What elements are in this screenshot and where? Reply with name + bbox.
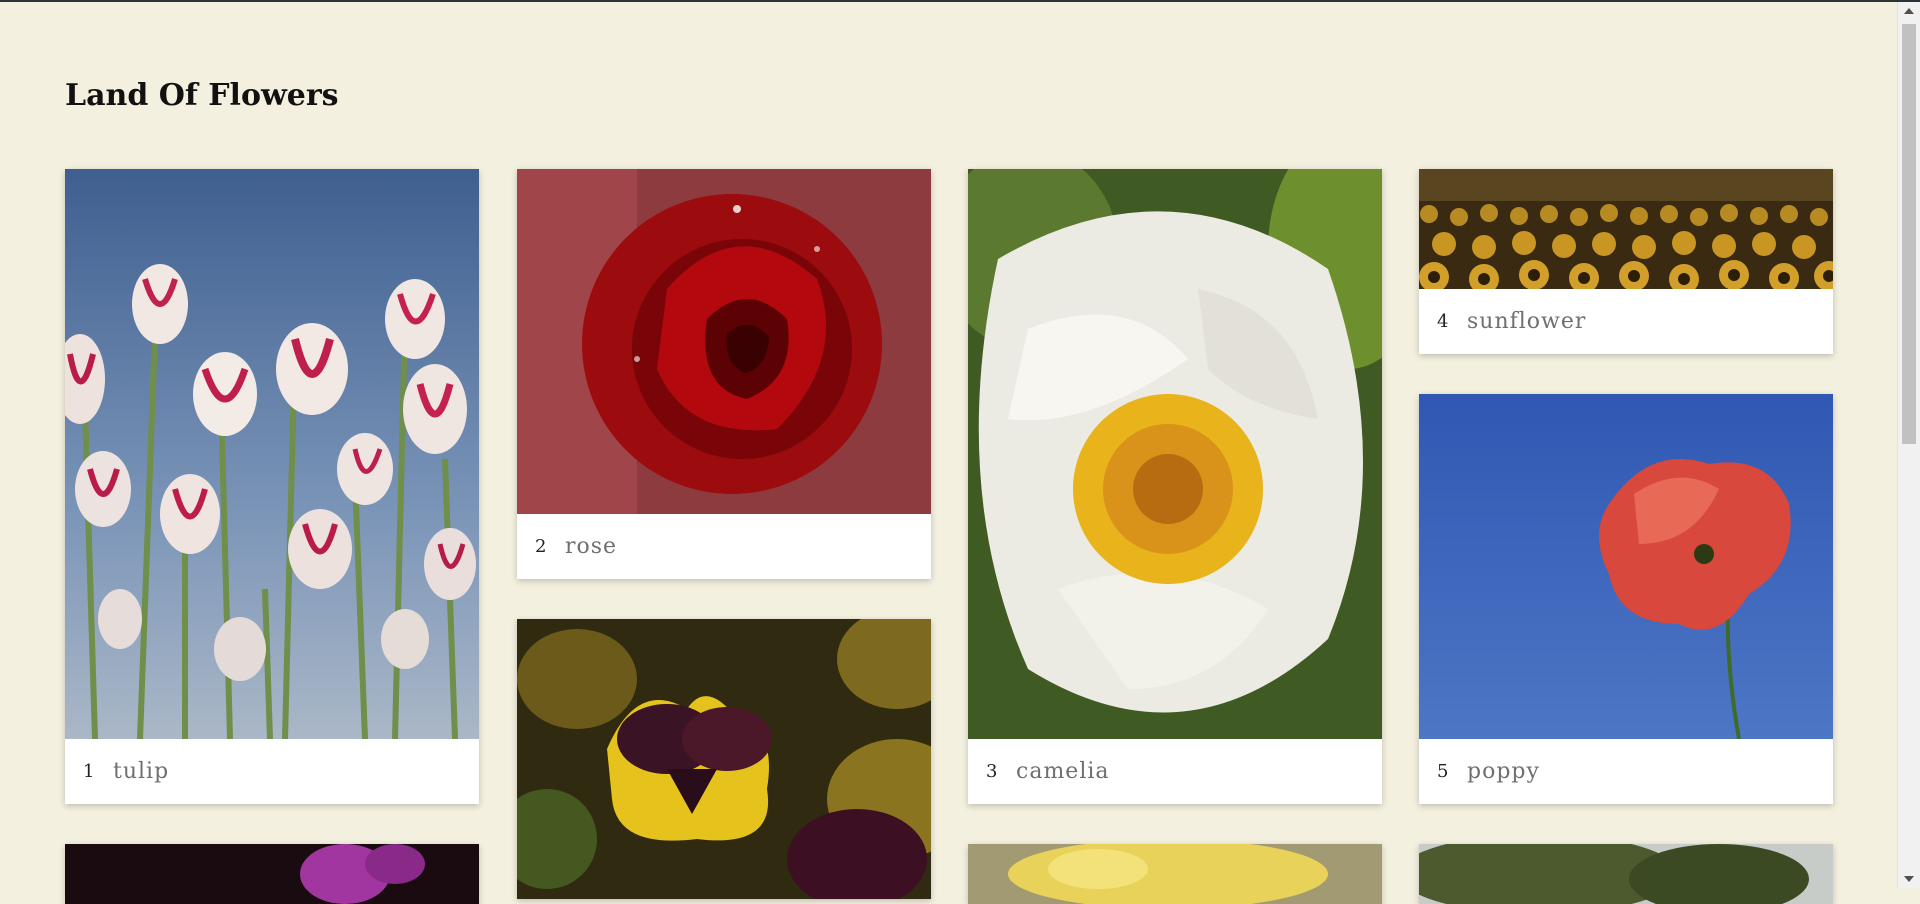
scroll-thumb[interactable] <box>1902 24 1916 444</box>
yellow-flower-image <box>968 844 1382 904</box>
flower-card-tulip[interactable]: 1 tulip <box>65 169 479 804</box>
flower-card-orchid[interactable] <box>65 844 479 904</box>
flower-card-camelia[interactable]: 3 camelia <box>968 169 1382 804</box>
card-number: 1 <box>83 761 95 782</box>
scroll-up-icon[interactable] <box>1904 8 1914 14</box>
camelia-image <box>968 169 1382 739</box>
flower-card-pansy[interactable] <box>517 619 931 899</box>
flower-card-sunflower[interactable]: 4 sunflower <box>1419 169 1833 354</box>
scroll-down-icon[interactable] <box>1904 876 1914 882</box>
card-caption: 1 tulip <box>65 739 479 804</box>
card-number: 2 <box>535 536 547 557</box>
flower-card-tree[interactable] <box>1419 844 1833 904</box>
page-title: Land Of Flowers <box>65 78 339 113</box>
card-name[interactable]: camelia <box>1016 759 1110 784</box>
card-caption: 2 rose <box>517 514 931 579</box>
flower-card-poppy[interactable]: 5 poppy <box>1419 394 1833 804</box>
card-name[interactable]: tulip <box>113 759 169 784</box>
poppy-image <box>1419 394 1833 739</box>
rose-image <box>517 169 931 514</box>
card-number: 4 <box>1437 311 1449 332</box>
flower-card-yellow[interactable] <box>968 844 1382 904</box>
card-name[interactable]: rose <box>565 534 617 559</box>
vertical-scrollbar[interactable] <box>1897 2 1920 888</box>
card-number: 5 <box>1437 761 1449 782</box>
card-caption: 5 poppy <box>1419 739 1833 804</box>
card-name[interactable]: sunflower <box>1467 309 1586 334</box>
tulip-image <box>65 169 479 739</box>
pansy-image <box>517 619 931 899</box>
tree-image <box>1419 844 1833 904</box>
orchid-image <box>65 844 479 904</box>
card-caption: 4 sunflower <box>1419 289 1833 354</box>
sunflower-image <box>1419 169 1833 289</box>
card-number: 3 <box>986 761 998 782</box>
card-name[interactable]: poppy <box>1467 759 1540 784</box>
flower-card-rose[interactable]: 2 rose <box>517 169 931 579</box>
card-caption: 3 camelia <box>968 739 1382 804</box>
